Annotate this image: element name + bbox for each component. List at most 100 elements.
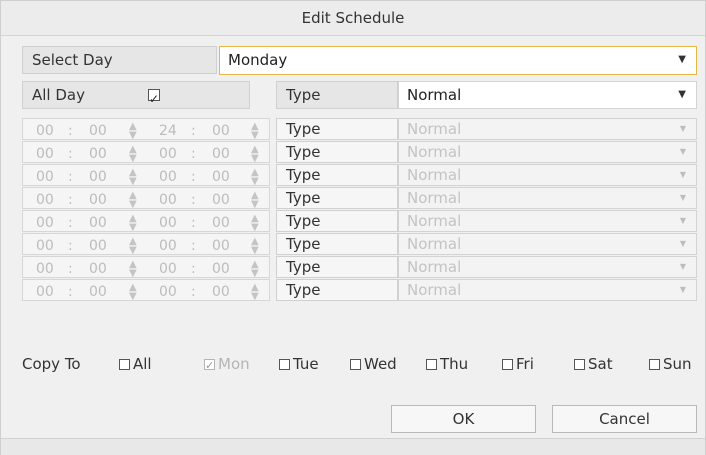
copy-to-wed[interactable]: Wed	[350, 354, 397, 374]
period-type-label: Type	[276, 164, 398, 186]
chevron-down-icon: ▼	[679, 262, 686, 271]
start-hour[interactable]: 00	[36, 142, 54, 166]
chevron-down-icon: ▼	[679, 216, 686, 225]
start-spinner-icon[interactable]: ▲ ▼	[129, 260, 137, 279]
end-hour[interactable]: 00	[159, 165, 177, 189]
start-spinner-icon[interactable]: ▲ ▼	[129, 168, 137, 187]
start-minute[interactable]: 00	[89, 257, 107, 281]
start-hour[interactable]: 00	[36, 188, 54, 212]
start-spinner-icon[interactable]: ▲ ▼	[129, 237, 137, 256]
start-hour[interactable]: 00	[36, 234, 54, 258]
start-spinner-icon[interactable]: ▲ ▼	[129, 214, 137, 233]
time-separator: :	[68, 284, 73, 300]
end-minute[interactable]: 00	[212, 142, 230, 166]
time-separator: :	[68, 169, 73, 185]
end-spinner-icon[interactable]: ▲ ▼	[251, 214, 259, 233]
period-time-range[interactable]: 00 : 00 ▲ ▼ 00 : 00 ▲ ▼	[22, 187, 270, 212]
select-day-dropdown[interactable]: Monday ▼	[219, 46, 697, 75]
period-time-range[interactable]: 00 : 00 ▲ ▼ 24 : 00 ▲ ▼	[22, 118, 270, 143]
start-hour[interactable]: 00	[36, 211, 54, 235]
end-hour[interactable]: 00	[159, 234, 177, 258]
ok-button[interactable]: OK	[391, 405, 536, 433]
period-time-range[interactable]: 00 : 00 ▲ ▼ 00 : 00 ▲ ▼	[22, 141, 270, 166]
chevron-down-icon: ▼	[678, 54, 686, 65]
end-spinner-icon[interactable]: ▲ ▼	[251, 168, 259, 187]
end-hour[interactable]: 00	[159, 188, 177, 212]
end-hour[interactable]: 24	[159, 119, 177, 143]
start-minute[interactable]: 00	[89, 119, 107, 143]
copy-to-option-label: Fri	[516, 355, 534, 373]
start-minute[interactable]: 00	[89, 188, 107, 212]
end-spinner-icon[interactable]: ▲ ▼	[251, 283, 259, 302]
end-spinner-icon[interactable]: ▲ ▼	[251, 260, 259, 279]
checkbox[interactable]	[279, 358, 290, 370]
checkbox[interactable]	[574, 358, 585, 370]
copy-to-option-label: All	[133, 355, 152, 373]
copy-to-option-label: Wed	[364, 355, 397, 373]
checkbox[interactable]	[119, 358, 130, 370]
period-time-range[interactable]: 00 : 00 ▲ ▼ 00 : 00 ▲ ▼	[22, 233, 270, 258]
end-spinner-icon[interactable]: ▲ ▼	[251, 122, 259, 141]
copy-to-fri[interactable]: Fri	[502, 354, 534, 374]
period-time-range[interactable]: 00 : 00 ▲ ▼ 00 : 00 ▲ ▼	[22, 279, 270, 304]
start-spinner-icon[interactable]: ▲ ▼	[129, 283, 137, 302]
period-type-dropdown[interactable]: Normal ▼	[398, 164, 697, 186]
period-type-dropdown[interactable]: Normal ▼	[398, 210, 697, 232]
checkbox[interactable]	[350, 358, 361, 370]
end-hour[interactable]: 00	[159, 211, 177, 235]
start-minute[interactable]: 00	[89, 211, 107, 235]
end-spinner-icon[interactable]: ▲ ▼	[251, 237, 259, 256]
period-type-dropdown[interactable]: Normal ▼	[398, 279, 697, 301]
period-type-dropdown[interactable]: Normal ▼	[398, 187, 697, 209]
period-time-range[interactable]: 00 : 00 ▲ ▼ 00 : 00 ▲ ▼	[22, 164, 270, 189]
period-type-value: Normal	[407, 235, 462, 253]
start-spinner-icon[interactable]: ▲ ▼	[129, 191, 137, 210]
end-hour[interactable]: 00	[159, 142, 177, 166]
cancel-button[interactable]: Cancel	[552, 405, 697, 433]
period-type-dropdown[interactable]: Normal ▼	[398, 256, 697, 278]
time-separator: :	[191, 192, 196, 208]
start-spinner-icon[interactable]: ▲ ▼	[129, 145, 137, 164]
copy-to-tue[interactable]: Tue	[279, 354, 319, 374]
period-type-label: Type	[276, 210, 398, 232]
end-spinner-icon[interactable]: ▲ ▼	[251, 191, 259, 210]
end-minute[interactable]: 00	[212, 280, 230, 304]
start-minute[interactable]: 00	[89, 234, 107, 258]
start-spinner-icon[interactable]: ▲ ▼	[129, 122, 137, 141]
end-minute[interactable]: 00	[212, 119, 230, 143]
end-minute[interactable]: 00	[212, 211, 230, 235]
checkbox[interactable]	[426, 358, 437, 370]
time-separator: :	[68, 192, 73, 208]
period-type-dropdown[interactable]: Normal ▼	[398, 118, 697, 140]
start-hour[interactable]: 00	[36, 165, 54, 189]
end-hour[interactable]: 00	[159, 280, 177, 304]
time-separator: :	[68, 261, 73, 277]
copy-to-all[interactable]: All	[119, 354, 152, 374]
copy-to-sun[interactable]: Sun	[649, 354, 692, 374]
start-minute[interactable]: 00	[89, 142, 107, 166]
period-type-dropdown[interactable]: Normal ▼	[398, 141, 697, 163]
end-minute[interactable]: 00	[212, 257, 230, 281]
end-minute[interactable]: 00	[212, 188, 230, 212]
start-hour[interactable]: 00	[36, 119, 54, 143]
period-type-dropdown[interactable]: Normal ▼	[398, 233, 697, 255]
all-day-checkbox[interactable]	[148, 86, 160, 112]
copy-to-sat[interactable]: Sat	[574, 354, 613, 374]
checkbox[interactable]	[649, 358, 660, 370]
period-time-range[interactable]: 00 : 00 ▲ ▼ 00 : 00 ▲ ▼	[22, 210, 270, 235]
checkbox[interactable]	[502, 358, 513, 370]
period-time-range[interactable]: 00 : 00 ▲ ▼ 00 : 00 ▲ ▼	[22, 256, 270, 281]
end-minute[interactable]: 00	[212, 234, 230, 258]
end-hour[interactable]: 00	[159, 257, 177, 281]
copy-to-mon: Mon	[204, 354, 250, 376]
copy-to-thu[interactable]: Thu	[426, 354, 468, 374]
start-minute[interactable]: 00	[89, 165, 107, 189]
time-separator: :	[191, 146, 196, 162]
end-minute[interactable]: 00	[212, 165, 230, 189]
start-minute[interactable]: 00	[89, 280, 107, 304]
top-type-dropdown[interactable]: Normal ▼	[398, 81, 697, 109]
start-hour[interactable]: 00	[36, 257, 54, 281]
end-spinner-icon[interactable]: ▲ ▼	[251, 145, 259, 164]
period-type-value: Normal	[407, 281, 462, 299]
start-hour[interactable]: 00	[36, 280, 54, 304]
